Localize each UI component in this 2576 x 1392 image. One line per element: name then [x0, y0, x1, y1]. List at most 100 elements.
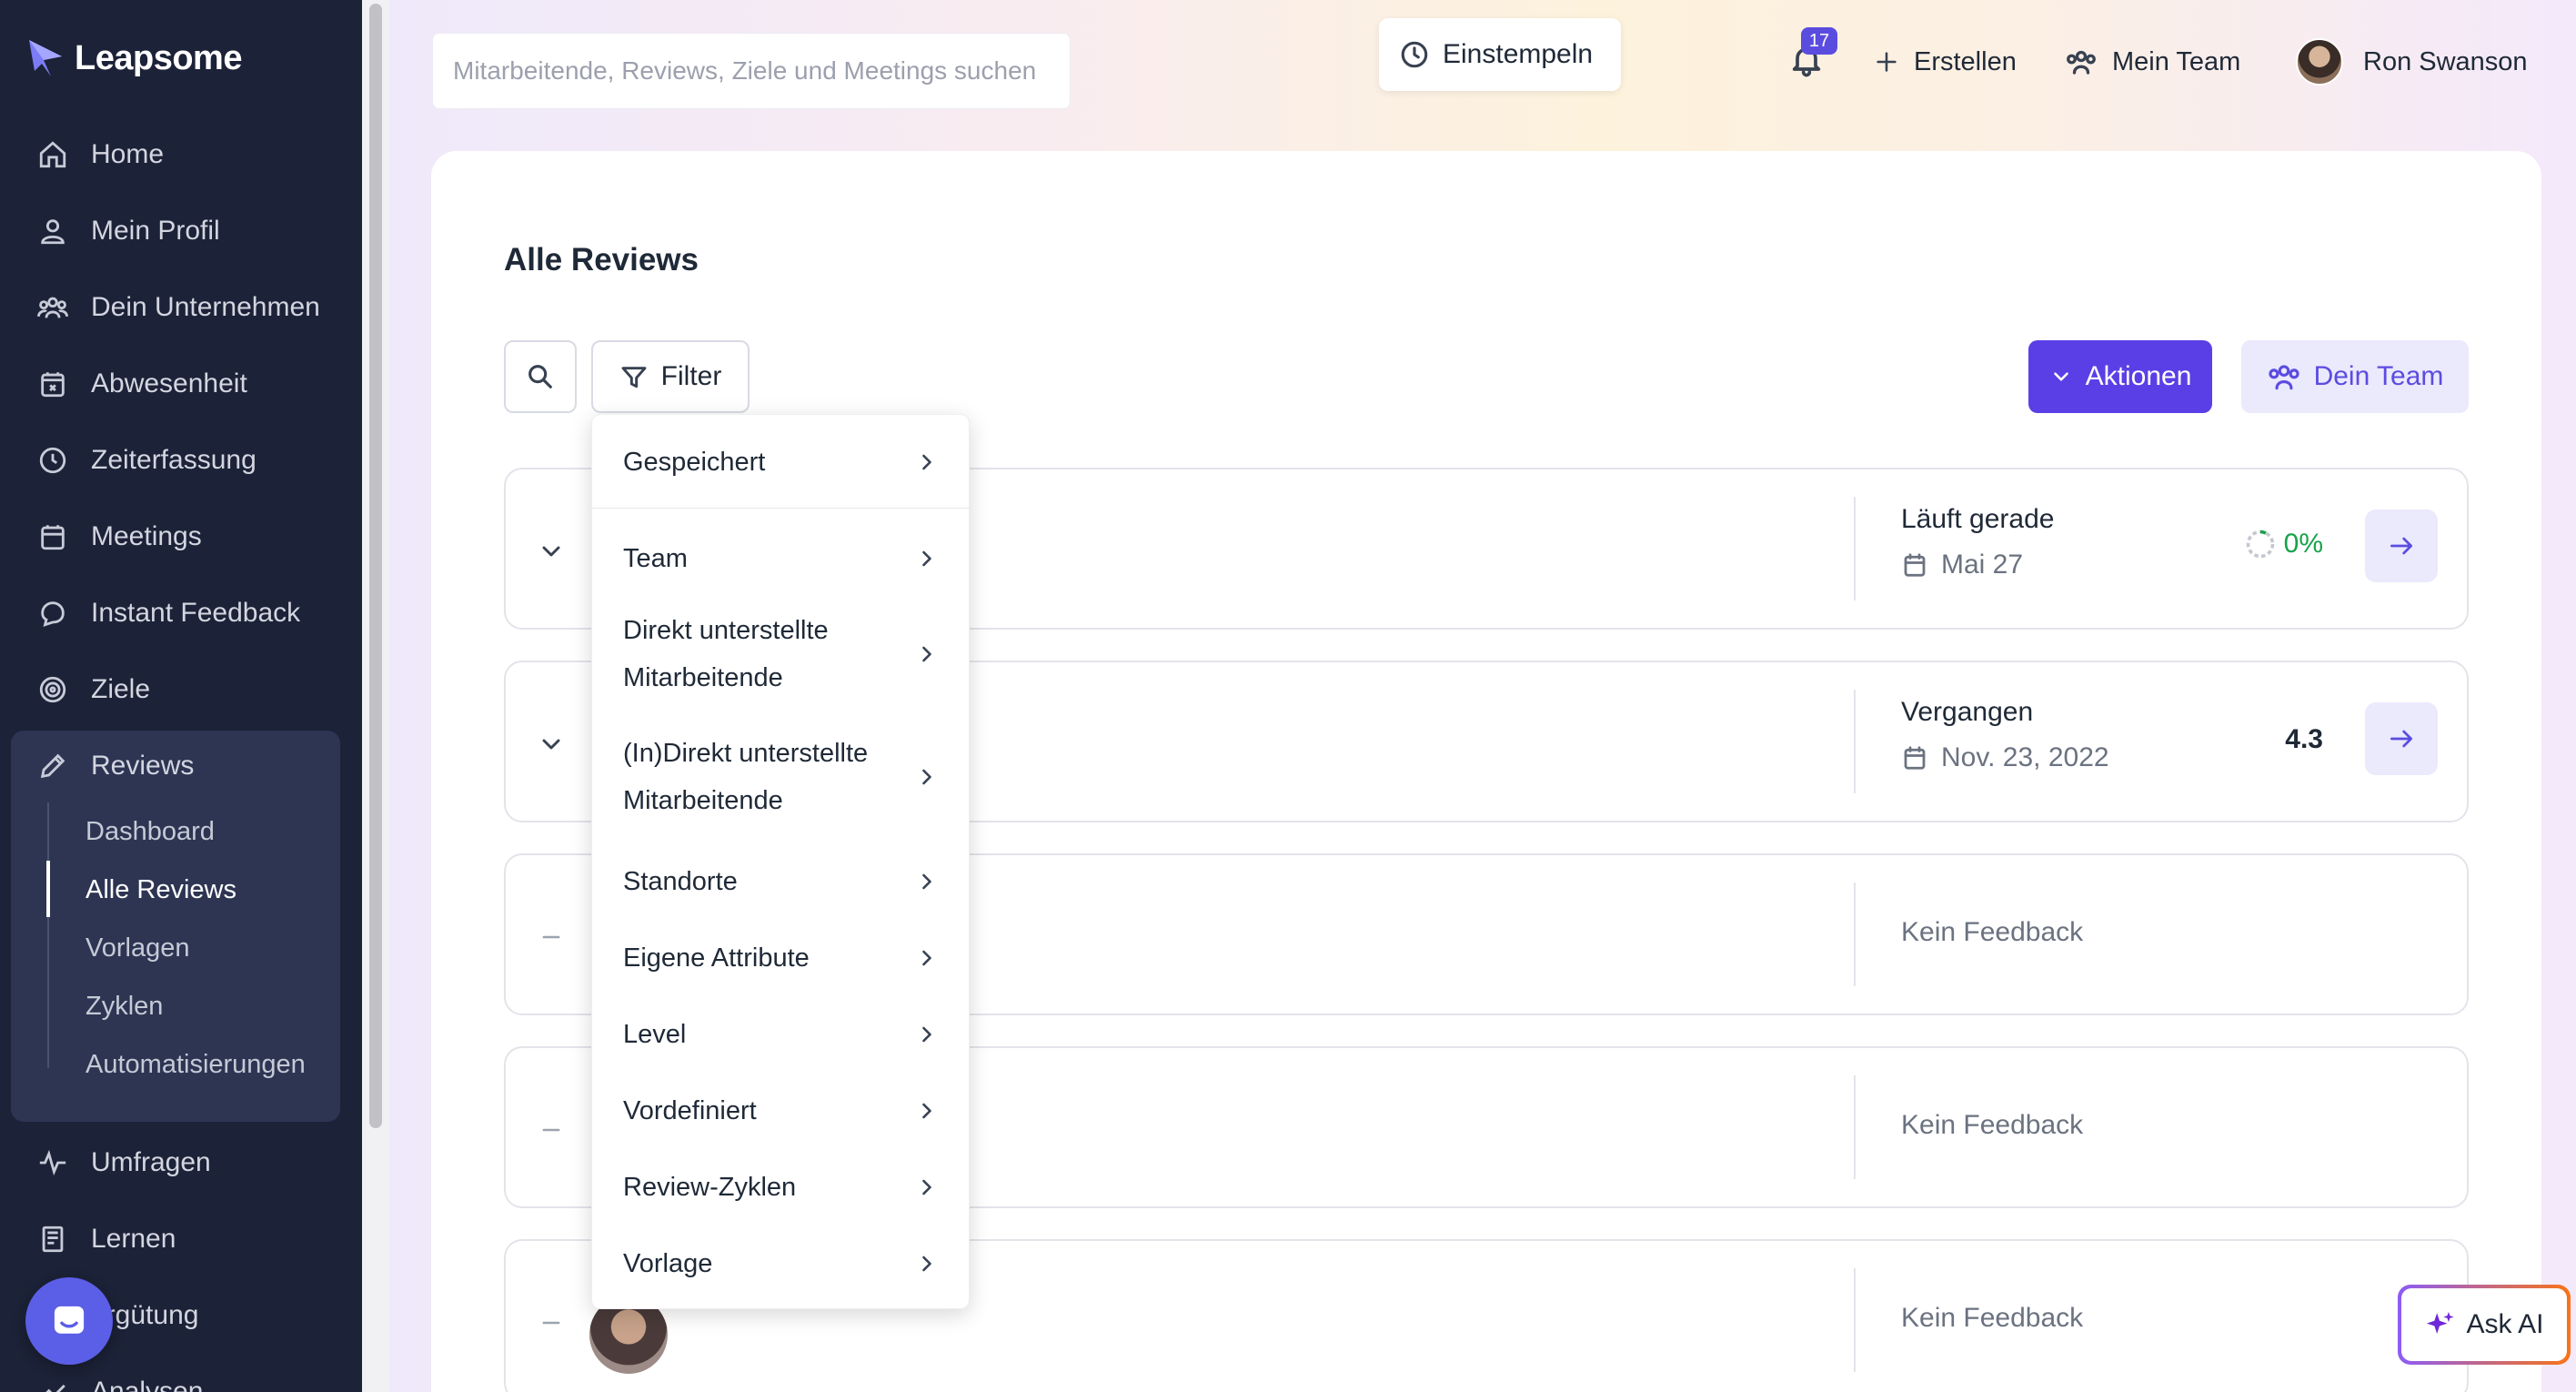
filter-menu-item-label: Team — [623, 544, 688, 573]
expand-toggle[interactable] — [533, 726, 569, 762]
sidebar-item-goals[interactable]: Ziele — [36, 662, 150, 717]
minus-icon — [542, 935, 560, 939]
sidebar-item-label: Zeiterfassung — [91, 445, 257, 475]
chevron-right-icon — [922, 1026, 931, 1043]
card-divider — [1854, 883, 1856, 986]
ask-ai-button[interactable]: Ask AI — [2398, 1285, 2571, 1365]
my-team-label: Mein Team — [2112, 46, 2241, 76]
sidebar-item-label: Mein Profil — [91, 216, 220, 246]
sidebar-sub-cycles[interactable]: Zyklen — [86, 979, 163, 1034]
create-button[interactable]: Erstellen — [1874, 36, 2017, 87]
users-icon — [36, 291, 69, 324]
sparkle-icon — [2427, 1311, 2455, 1334]
sidebar-item-time-tracking[interactable]: Zeiterfassung — [36, 433, 257, 488]
filter-menu-item-label: (In)Direkt unterstellte Mitarbeitende — [623, 739, 869, 815]
submenu-line — [47, 802, 49, 1068]
filter-menu-item[interactable]: Review-Zyklen — [592, 1160, 971, 1215]
home-icon — [36, 138, 69, 171]
search-icon — [528, 365, 552, 388]
filter-menu-item[interactable]: Direkt unterstellte Mitarbeitende — [592, 604, 971, 704]
sidebar-sub-all-reviews[interactable]: Alle Reviews — [86, 862, 236, 917]
review-status: Kein Feedback — [1901, 1303, 2084, 1333]
filter-menu-item-label: Gespeichert — [623, 448, 766, 477]
sidebar-sub-automations[interactable]: Automatisierungen — [86, 1037, 306, 1092]
actions-button[interactable]: Aktionen — [2028, 340, 2212, 413]
filter-menu-item[interactable]: Vordefiniert — [592, 1084, 971, 1138]
users-icon — [2268, 365, 2299, 390]
sidebar-item-absence[interactable]: Abwesenheit — [36, 357, 247, 411]
sidebar-item-instant-feedback[interactable]: Instant Feedback — [36, 586, 300, 641]
filter-menu-item-label: Vorlage — [623, 1249, 713, 1278]
leapsome-logo-icon — [29, 40, 62, 76]
review-status: Vergangen — [1901, 697, 2034, 727]
sidebar-sub-dashboard[interactable]: Dashboard — [86, 804, 215, 859]
filter-icon — [621, 367, 647, 388]
clock-icon — [36, 444, 69, 477]
clock-icon — [1401, 41, 1428, 68]
review-date: Mai 27 — [1901, 550, 2023, 580]
expand-toggle[interactable] — [533, 533, 569, 570]
sidebar-item-label: Umfragen — [91, 1147, 211, 1177]
open-review-button[interactable] — [2365, 702, 2438, 775]
sidebar-item-surveys[interactable]: Umfragen — [36, 1135, 211, 1190]
collapse-dash — [533, 1112, 569, 1148]
filter-menu-item[interactable]: Standorte — [592, 854, 971, 909]
global-search-input[interactable]: Mitarbeitende, Reviews, Ziele und Meetin… — [432, 33, 1071, 109]
sidebar-item-label: Lernen — [91, 1224, 176, 1254]
my-team-button[interactable]: Mein Team — [2065, 36, 2240, 87]
ask-ai-label: Ask AI — [2466, 1309, 2544, 1339]
filter-menu-item[interactable]: Gespeichert — [592, 435, 971, 489]
your-team-button[interactable]: Dein Team — [2241, 340, 2469, 413]
search-button[interactable] — [504, 340, 577, 413]
filter-menu-item-label: Direkt unterstellte Mitarbeitende — [623, 616, 829, 692]
sidebar-item-reviews[interactable]: Reviews — [36, 739, 194, 793]
brand-logo[interactable]: Leapsome — [27, 33, 242, 84]
your-team-label: Dein Team — [2313, 361, 2444, 391]
clock-in-button[interactable]: Einstempeln — [1379, 18, 1621, 91]
collapse-dash — [533, 919, 569, 955]
calendar-x-icon — [36, 368, 69, 400]
calendar-icon — [1904, 746, 1926, 770]
sidebar-item-learning[interactable]: Lernen — [36, 1212, 176, 1266]
pencil-icon — [36, 750, 69, 782]
filter-menu-item[interactable]: Team — [592, 531, 971, 586]
filter-menu-item[interactable]: Vorlage — [592, 1236, 971, 1291]
chevron-right-icon — [922, 873, 931, 890]
chart-icon — [36, 1376, 69, 1392]
sidebar-item-meetings[interactable]: Meetings — [36, 509, 202, 564]
sidebar-item-analytics[interactable]: Analysen — [36, 1365, 203, 1392]
filter-button[interactable]: Filter — [591, 340, 750, 413]
notification-count-badge: 17 — [1801, 27, 1837, 55]
sidebar-item-label: Instant Feedback — [91, 598, 301, 628]
chevron-right-icon — [922, 1103, 931, 1119]
chevron-right-icon — [922, 646, 931, 662]
filter-menu-item-label: Level — [623, 1020, 687, 1049]
sidebar-sub-templates[interactable]: Vorlagen — [86, 921, 190, 975]
chevron-right-icon — [922, 550, 931, 567]
sidebar: Leapsome Home Mein Profil Dein Unternehm… — [0, 0, 362, 1392]
sidebar-item-company[interactable]: Dein Unternehmen — [36, 280, 320, 335]
filter-menu-item-label: Vordefiniert — [623, 1096, 757, 1125]
chevron-right-icon — [922, 950, 931, 966]
sidebar-scrollbar-thumb[interactable] — [369, 4, 382, 1128]
sidebar-item-label: Home — [91, 139, 165, 169]
target-icon — [36, 673, 69, 706]
sidebar-item-home[interactable]: Home — [36, 127, 164, 182]
chevron-down-icon — [542, 546, 560, 557]
user-avatar[interactable] — [2296, 38, 2343, 86]
support-chat-button[interactable] — [25, 1277, 113, 1365]
chevron-right-icon — [922, 454, 931, 470]
review-date-text: Nov. 23, 2022 — [1941, 742, 2109, 772]
arrow-right-icon — [2390, 537, 2412, 555]
user-menu[interactable]: Ron Swanson — [2363, 36, 2528, 87]
filter-menu-item[interactable]: (In)Direkt unterstellte Mitarbeitende — [592, 727, 971, 827]
review-status: Läuft gerade — [1901, 504, 2055, 534]
sidebar-item-label: Abwesenheit — [91, 368, 247, 398]
filter-label: Filter — [660, 361, 722, 391]
card-divider — [1854, 690, 1856, 793]
sidebar-item-profile[interactable]: Mein Profil — [36, 204, 220, 258]
filter-menu-item[interactable]: Eigene Attribute — [592, 931, 971, 985]
sidebar-item-label: Analysen — [91, 1377, 204, 1392]
filter-menu-item[interactable]: Level — [592, 1007, 971, 1062]
open-review-button[interactable] — [2365, 509, 2438, 582]
